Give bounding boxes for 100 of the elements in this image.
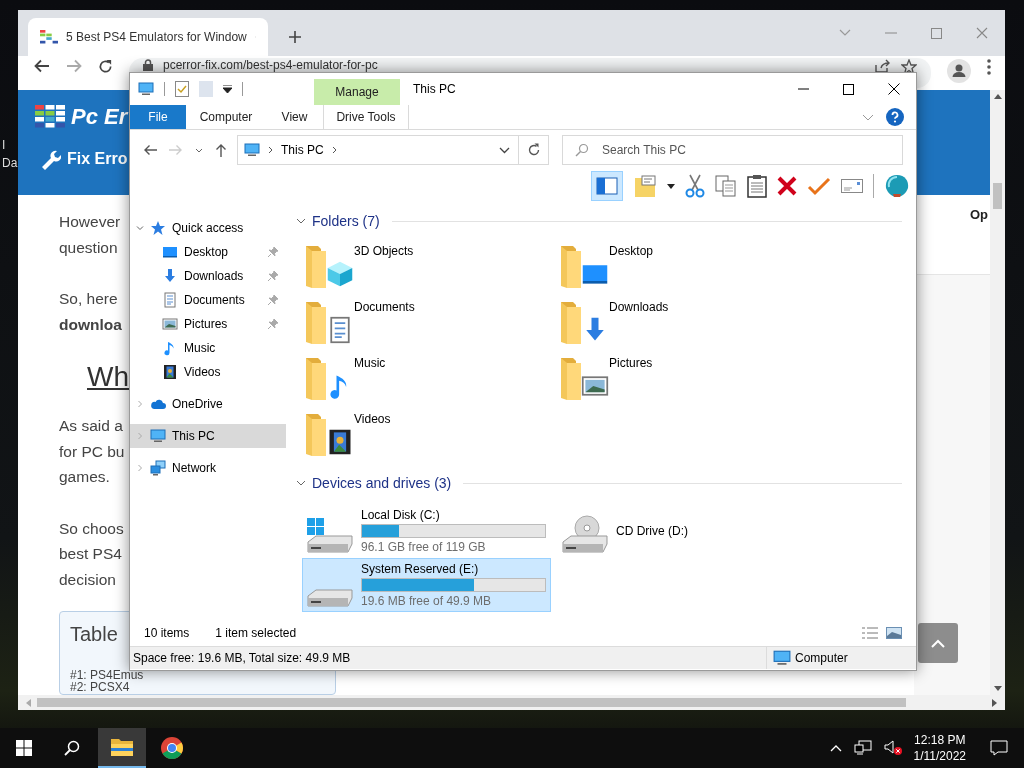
hard-drive-icon <box>305 517 355 553</box>
horizontal-scrollbar[interactable] <box>18 695 1005 710</box>
site-logo[interactable]: Pc Er <box>71 104 128 130</box>
collapse-icon[interactable] <box>296 479 306 487</box>
chevron-icon[interactable] <box>331 146 337 154</box>
file-tab[interactable]: File <box>130 105 186 129</box>
scrollbar-thumb[interactable] <box>993 183 1002 209</box>
checkmark-icon[interactable] <box>807 176 831 196</box>
search-field[interactable]: Search This PC <box>562 135 903 165</box>
desktop-icon-label: Da <box>2 156 18 170</box>
cd-drive-icon <box>560 515 610 553</box>
menu-icon[interactable] <box>987 59 991 75</box>
article-paragraph: So choos best PS4 decision <box>59 518 124 590</box>
selection-count: 1 item selected <box>215 626 297 640</box>
nav-item[interactable]: This PC <box>130 424 286 448</box>
nav-item[interactable]: Quick access <box>130 216 286 240</box>
chevron-icon[interactable] <box>268 146 273 154</box>
clock[interactable]: 12:18 PM 1/11/2022 <box>913 732 966 764</box>
breadcrumb[interactable]: This PC <box>281 143 324 157</box>
maximize-icon[interactable] <box>843 83 854 95</box>
start-icon[interactable] <box>16 740 32 756</box>
section-heading[interactable]: Folders (7) <box>312 213 380 229</box>
folder-item[interactable]: Music <box>304 354 559 410</box>
document-icon <box>162 292 178 308</box>
nav-link[interactable]: Fix Erro <box>67 150 128 168</box>
nav-item[interactable]: Documents <box>130 288 286 312</box>
section-heading[interactable]: Devices and drives (3) <box>312 475 452 491</box>
folder-item[interactable]: Documents <box>304 298 559 354</box>
space-info: Space free: 19.6 MB, Total size: 49.9 MB <box>133 651 351 665</box>
dropdown-icon[interactable] <box>223 85 232 93</box>
copy-icon[interactable] <box>715 175 737 197</box>
scroll-down-arrow-icon[interactable] <box>993 686 1002 691</box>
reload-icon[interactable] <box>98 59 113 74</box>
dropdown-icon[interactable] <box>667 183 675 189</box>
film-icon <box>162 364 178 380</box>
folder-icon <box>110 737 134 757</box>
date: 1/11/2022 <box>913 748 966 764</box>
vertical-scrollbar[interactable] <box>990 90 1005 695</box>
large-icons-view-icon[interactable] <box>886 627 902 639</box>
context-tab-group: Manage <box>314 79 400 105</box>
drive-item[interactable]: CD Drive (D:) <box>557 504 806 558</box>
profile-icon[interactable] <box>947 59 971 83</box>
folder-item[interactable]: Desktop <box>559 242 814 298</box>
shell-icon[interactable] <box>884 174 910 198</box>
nav-item[interactable]: Network <box>130 456 286 480</box>
preview-pane-button[interactable] <box>591 171 623 201</box>
folder-item[interactable]: Pictures <box>559 354 814 410</box>
nav-item[interactable]: Downloads <box>130 264 286 288</box>
back-arrow-icon[interactable] <box>34 59 50 73</box>
address-bar[interactable]: This PC <box>237 135 519 165</box>
folder-item[interactable]: Downloads <box>559 298 814 354</box>
nav-item[interactable]: Videos <box>130 360 286 384</box>
scrollbar-thumb[interactable] <box>37 698 906 707</box>
hard-drive-icon <box>305 589 355 607</box>
explorer-taskbar-button[interactable] <box>98 728 146 768</box>
help-icon[interactable] <box>886 108 904 126</box>
folder-item[interactable]: 3D Objects <box>304 242 559 298</box>
nav-item[interactable]: Music <box>130 336 286 360</box>
envelope-icon[interactable] <box>841 179 863 193</box>
refresh-button[interactable] <box>519 135 549 165</box>
scroll-to-top-button[interactable] <box>918 623 958 663</box>
star-icon[interactable] <box>901 59 917 75</box>
sidebar-heading: Op <box>970 207 989 222</box>
scroll-up-arrow-icon[interactable] <box>993 94 1002 99</box>
properties-icon[interactable] <box>175 81 189 97</box>
nav-item[interactable]: OneDrive <box>130 392 286 416</box>
ribbon-tab[interactable]: View <box>266 105 323 129</box>
network-icon[interactable] <box>853 740 872 756</box>
new-tab-icon[interactable] <box>288 30 302 44</box>
drive-item[interactable]: System Reserved (E:) 19.6 MB free of 49.9 MB <box>302 558 551 612</box>
scroll-right-arrow-icon[interactable] <box>992 698 997 707</box>
toc-link[interactable]: #1: PS4Emus <box>70 669 144 681</box>
delete-icon[interactable] <box>777 176 797 196</box>
recent-locations-icon[interactable] <box>195 147 203 153</box>
folder-item[interactable]: Videos <box>304 410 559 466</box>
muted-volume-icon[interactable] <box>883 740 902 756</box>
nav-item[interactable]: Desktop <box>130 240 286 264</box>
up-arrow-icon[interactable] <box>215 143 227 157</box>
share-icon[interactable] <box>875 59 891 73</box>
picture-icon <box>162 316 178 332</box>
dropdown-icon[interactable] <box>499 146 510 154</box>
clipboard-icon[interactable] <box>747 174 767 198</box>
chevron-up-icon[interactable] <box>829 744 842 752</box>
collapse-icon[interactable] <box>296 217 306 225</box>
scissors-icon[interactable] <box>685 174 705 198</box>
search-icon[interactable] <box>64 740 80 756</box>
close-icon[interactable] <box>888 83 900 95</box>
lock-icon <box>143 59 153 71</box>
ribbon-tab[interactable]: Computer <box>186 105 266 129</box>
search-icon <box>575 143 589 157</box>
nav-item[interactable]: Pictures <box>130 312 286 336</box>
computer-icon <box>773 649 791 667</box>
notifications-icon[interactable] <box>990 740 1008 756</box>
back-arrow-icon[interactable] <box>143 144 157 156</box>
browser-tab[interactable]: 5 Best PS4 Emulators for Window <box>28 18 268 56</box>
toc-link[interactable]: #2: PCSX4 <box>70 681 130 693</box>
computer-icon <box>138 81 154 97</box>
drive-item[interactable]: Local Disk (C:) 96.1 GB free of 119 GB <box>302 504 551 558</box>
time: 12:18 PM <box>914 732 966 748</box>
expand-ribbon-icon[interactable] <box>862 113 874 121</box>
